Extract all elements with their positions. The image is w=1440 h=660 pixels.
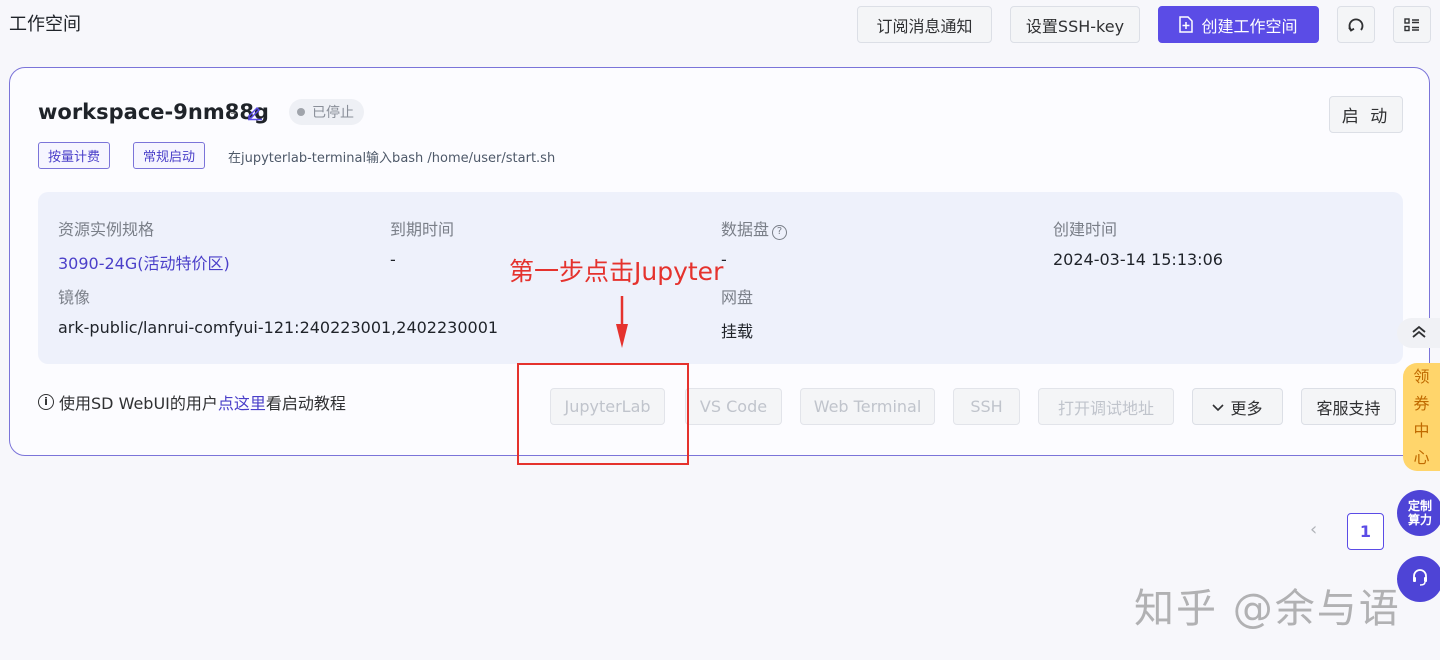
edit-icon[interactable] xyxy=(246,103,264,121)
web-terminal-button[interactable]: Web Terminal xyxy=(800,388,935,425)
more-label: 更多 xyxy=(1230,398,1263,418)
netdisk-value: 挂载 xyxy=(721,322,754,341)
support-chat-button[interactable] xyxy=(1397,556,1440,602)
image-value: ark-public/lanrui-comfyui-121:240223001,… xyxy=(58,318,499,337)
spec-value-link[interactable]: 3090-24G(活动特价区) xyxy=(58,250,230,274)
chevron-down-icon xyxy=(1212,397,1225,416)
startup-note: 在jupyterlab-terminal输入bash /home/user/st… xyxy=(228,151,556,166)
disk-label: 数据盘 xyxy=(721,220,770,239)
refresh-button[interactable] xyxy=(1337,6,1375,43)
created-label: 创建时间 xyxy=(1053,220,1118,239)
ssh-button[interactable]: SSH xyxy=(953,388,1020,425)
workspace-card: workspace-9nm88g - 已停止 启 动 按量计费 常规启动 在ju… xyxy=(9,67,1430,465)
expire-value: - xyxy=(390,250,396,269)
status-dot xyxy=(297,108,305,116)
customer-support-button[interactable]: 客服支持 xyxy=(1301,388,1396,425)
created-value: 2024-03-14 15:13:06 xyxy=(1053,250,1223,269)
annotation-text: 第一步点击Jupyter xyxy=(509,257,724,286)
billing-tag: 按量计费 xyxy=(38,142,111,169)
custom-compute-button[interactable]: 定制 算力 xyxy=(1397,490,1440,536)
create-workspace-label: 创建工作空间 xyxy=(1201,16,1298,36)
status-text: 已停止 xyxy=(312,105,354,121)
refresh-icon xyxy=(1347,16,1365,34)
start-button[interactable]: 启 动 xyxy=(1329,96,1403,133)
custom-compute-label-2: 算力 xyxy=(1407,513,1432,527)
prev-page-button[interactable]: ‹ xyxy=(1310,519,1317,540)
netdisk-label: 网盘 xyxy=(721,288,754,307)
back-to-top-button[interactable] xyxy=(1397,318,1440,348)
workspace-name-separator: - xyxy=(230,102,237,123)
page-title: 工作空间 xyxy=(9,14,81,35)
coupon-char: 心 xyxy=(1413,448,1430,467)
list-view-icon xyxy=(1404,17,1420,32)
spec-label: 资源实例规格 xyxy=(58,220,155,239)
tutorial-link[interactable]: 点这里 xyxy=(218,390,266,414)
debug-address-button[interactable]: 打开调试地址 xyxy=(1038,388,1174,425)
vscode-button[interactable]: VS Code xyxy=(685,388,782,425)
subscribe-notification-button[interactable]: 订阅消息通知 xyxy=(857,6,992,43)
coupon-char: 中 xyxy=(1413,421,1430,440)
set-ssh-key-button[interactable]: 设置SSH-key xyxy=(1010,6,1140,43)
coupon-char: 领 xyxy=(1413,367,1430,386)
info-icon: i xyxy=(38,394,54,410)
headset-icon xyxy=(1410,567,1430,591)
coupon-center-button[interactable]: 领 券 中 心 xyxy=(1403,363,1440,471)
create-workspace-button[interactable]: 创建工作空间 xyxy=(1158,6,1319,43)
status-badge: 已停止 xyxy=(289,99,364,125)
workspace-page: 工作空间 订阅消息通知 设置SSH-key 创建工作空间 workspace-9… xyxy=(0,0,1440,660)
page-number-button[interactable]: 1 xyxy=(1347,513,1384,550)
more-button[interactable]: 更多 xyxy=(1192,388,1283,425)
tutorial-suffix: 看启动教程 xyxy=(265,394,346,413)
startup-mode-tag: 常规启动 xyxy=(133,142,206,169)
watermark: 知乎 @余与语 xyxy=(1134,586,1401,632)
image-label: 镜像 xyxy=(58,288,91,307)
disk-label-wrap: 数据盘? xyxy=(721,216,788,240)
tutorial-hint: i 使用SD WebUI的用户 点这里 看启动教程 xyxy=(38,390,346,414)
expire-label: 到期时间 xyxy=(390,220,455,239)
help-icon[interactable]: ? xyxy=(772,225,788,240)
coupon-char: 券 xyxy=(1413,394,1430,413)
custom-compute-label-1: 定制 xyxy=(1407,499,1432,513)
layout-toggle-button[interactable] xyxy=(1393,6,1431,43)
tutorial-prefix: 使用SD WebUI的用户 xyxy=(59,394,218,413)
double-chevron-up-icon xyxy=(1411,324,1427,343)
annotation-arrow xyxy=(614,296,630,348)
annotation-highlight-box xyxy=(517,363,689,465)
file-plus-icon xyxy=(1179,16,1194,33)
